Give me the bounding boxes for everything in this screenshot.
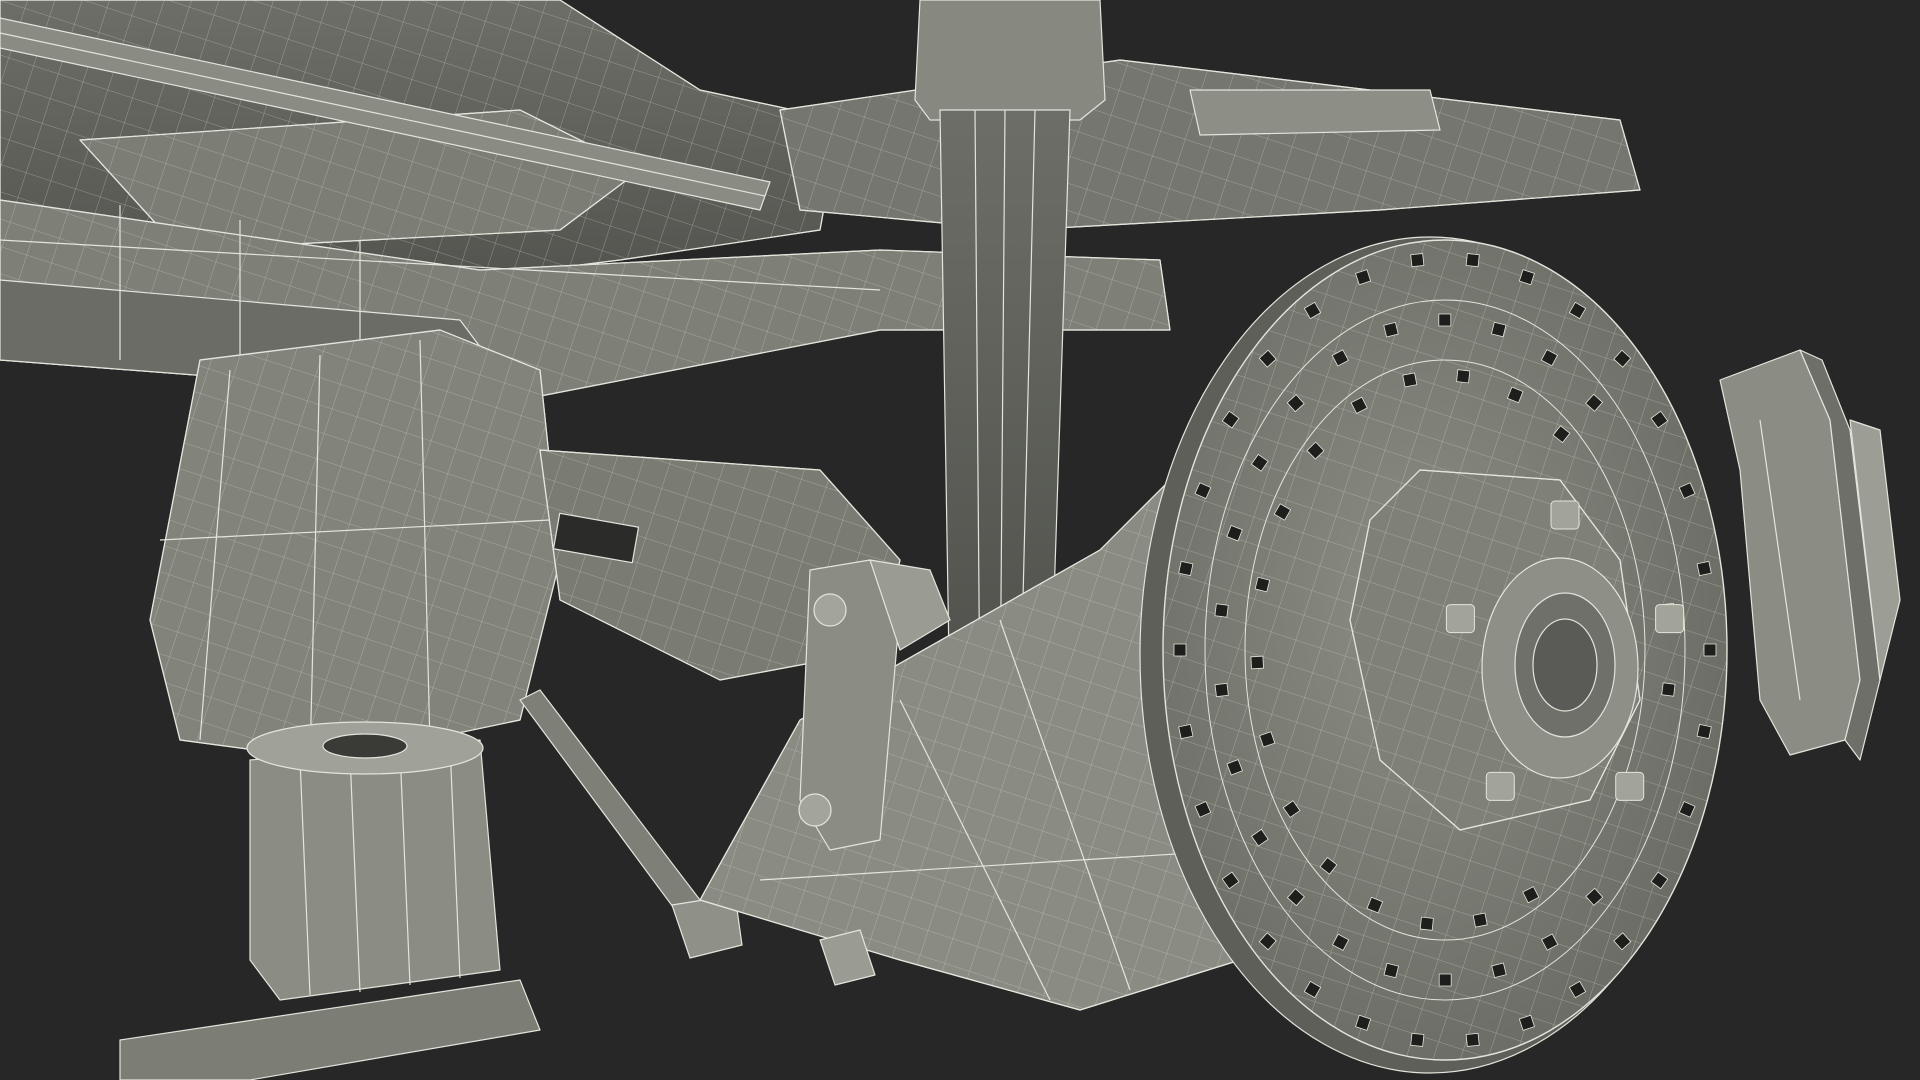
drill-hole [1214,603,1229,618]
drill-hole [1696,723,1712,740]
drill-hole [1419,916,1434,931]
drill-hole [1703,643,1717,657]
drill-hole [1456,369,1471,384]
left-knuckle-housing [149,329,561,761]
suspension-wireframe-render [0,0,1920,1080]
drill-hole [1491,962,1507,978]
drill-hole [1696,560,1712,577]
drill-hole [1491,321,1507,338]
wheel-stud [1550,500,1580,530]
wheel-stud [1485,771,1515,801]
drill-hole [1178,560,1194,577]
drill-hole [1254,576,1271,593]
drill-hole [1383,322,1399,338]
drill-hole [1178,723,1194,740]
drill-hole [1465,253,1480,268]
drill-hole [1383,962,1399,979]
wheel-stud [1615,771,1645,801]
drill-hole [1410,1032,1425,1047]
render-viewport [0,0,1920,1080]
drill-hole [1410,253,1425,268]
drill-hole [1465,1032,1480,1047]
drill-hole [1250,655,1264,670]
wheel-stud [1445,604,1475,634]
drill-hole [1438,313,1452,327]
drill-hole [1173,643,1187,657]
drill-hole [1661,682,1676,697]
drill-hole [1472,912,1488,928]
drill-hole [1214,682,1229,698]
wheel-stud [1655,604,1685,634]
drill-hole [1438,973,1452,987]
drill-hole [1402,372,1418,388]
